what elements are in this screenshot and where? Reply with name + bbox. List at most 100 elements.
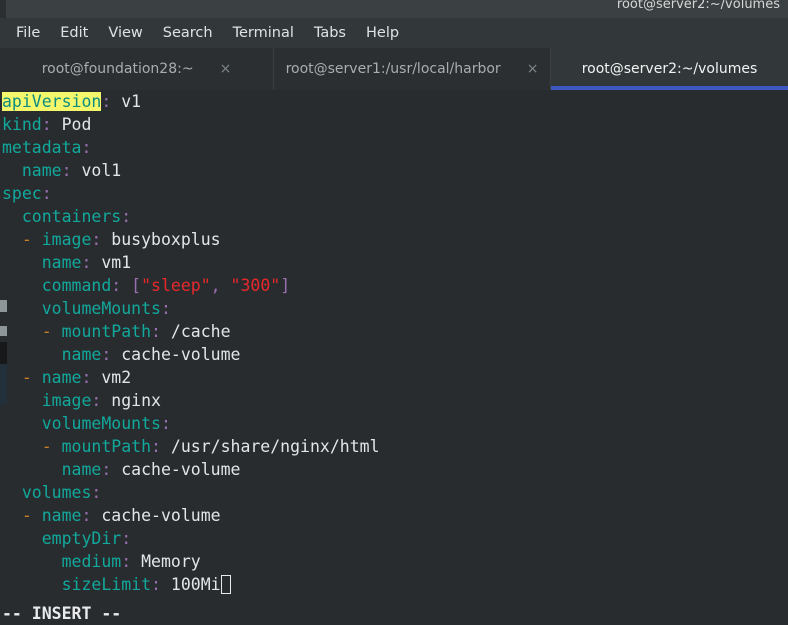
yaml-key: kind <box>2 115 42 134</box>
yaml-colon: : <box>61 161 72 180</box>
yaml-key: emptyDir <box>41 529 122 548</box>
tab-label: root@server1:/usr/local/harbor <box>285 61 501 77</box>
text-cursor <box>220 575 231 594</box>
editor-line: volumeMounts: <box>2 297 380 320</box>
yaml-colon: : <box>91 391 102 410</box>
vim-status-line: -- INSERT -- <box>2 604 122 623</box>
yaml-key: name <box>61 345 102 364</box>
editor-line: - mountPath: /usr/share/nginx/html <box>2 435 380 458</box>
yaml-key: metadata <box>2 138 82 157</box>
yaml-list-dash: - <box>21 230 42 249</box>
yaml-colon: : <box>111 276 122 295</box>
yaml-value: nginx <box>101 391 161 410</box>
yaml-key: spec <box>2 184 42 203</box>
yaml-value: v1 <box>111 92 142 111</box>
yaml-key: image <box>41 391 92 410</box>
editor-line: - name: cache-volume <box>2 504 380 527</box>
editor-line: spec: <box>2 182 380 205</box>
tab-server2-volumes[interactable]: root@server2:~/volumes <box>551 48 788 90</box>
yaml-list-dash: - <box>41 322 62 341</box>
editor-text-area[interactable]: apiVersion: v1 kind: Pod metadata: name: v… <box>0 90 380 596</box>
tab-foundation28[interactable]: root@foundation28:~ × <box>0 48 273 90</box>
yaml-value: vm1 <box>91 253 132 272</box>
editor-line: volumeMounts: <box>2 412 380 435</box>
terminal-window: root@server2:~/volumes File Edit View Se… <box>0 0 788 625</box>
yaml-colon: : <box>41 184 52 203</box>
yaml-value: /cache <box>160 322 231 341</box>
yaml-comma: , <box>210 276 231 295</box>
editor-line: containers: <box>2 205 380 228</box>
editor-line: - mountPath: /cache <box>2 320 380 343</box>
editor-line: sizeLimit: 100Mi <box>2 573 380 596</box>
menu-item-help[interactable]: Help <box>356 23 409 43</box>
yaml-key: volumes <box>21 483 92 502</box>
yaml-value: /usr/share/nginx/html <box>160 437 380 456</box>
yaml-value: vm2 <box>91 368 132 387</box>
yaml-key: name <box>41 368 82 387</box>
yaml-key-highlighted: apiVersion <box>2 92 102 111</box>
terminal-body[interactable]: apiVersion: v1 kind: Pod metadata: name: v… <box>0 90 788 625</box>
yaml-colon: : <box>41 115 52 134</box>
editor-line: name: vm1 <box>2 251 380 274</box>
yaml-key: mountPath <box>61 437 152 456</box>
yaml-list-dash: - <box>41 437 62 456</box>
yaml-list-dash: - <box>21 368 42 387</box>
yaml-key: volumeMounts <box>41 299 161 318</box>
tab-server1-harbor[interactable]: root@server1:/usr/local/harbor × <box>274 48 550 90</box>
window-titlebar: root@server2:~/volumes <box>0 0 788 18</box>
tab-label: root@foundation28:~ <box>41 61 194 77</box>
yaml-colon: : <box>160 414 171 433</box>
yaml-key: command <box>41 276 112 295</box>
yaml-value: cache-volume <box>111 345 241 364</box>
editor-line: medium: Memory <box>2 550 380 573</box>
yaml-key: name <box>41 253 82 272</box>
editor-line: - name: vm2 <box>2 366 380 389</box>
yaml-colon: : <box>81 138 92 157</box>
tab-bar: root@foundation28:~ × root@server1:/usr/… <box>0 48 788 90</box>
yaml-colon: : <box>151 322 161 341</box>
yaml-key: image <box>41 230 92 249</box>
editor-line: image: nginx <box>2 389 380 412</box>
yaml-value: Pod <box>51 115 92 134</box>
yaml-colon: : <box>121 207 132 226</box>
editor-line: metadata: <box>2 136 380 159</box>
editor-line: kind: Pod <box>2 113 380 136</box>
menu-item-edit[interactable]: Edit <box>50 23 98 43</box>
menu-item-view[interactable]: View <box>98 23 152 43</box>
yaml-colon: : <box>121 552 132 571</box>
editor-line: apiVersion: v1 <box>2 90 380 113</box>
menu-item-tabs[interactable]: Tabs <box>304 23 356 43</box>
yaml-key: volumeMounts <box>41 414 161 433</box>
yaml-colon: : <box>101 92 112 111</box>
yaml-colon: : <box>151 575 161 594</box>
yaml-colon: : <box>81 253 92 272</box>
tab-label: root@server2:~/volumes <box>581 61 758 77</box>
editor-line: command: ["sleep", "300"] <box>2 274 380 297</box>
yaml-key: sizeLimit <box>61 575 152 594</box>
close-icon[interactable]: × <box>527 62 539 76</box>
yaml-value: cache-volume <box>91 506 221 525</box>
yaml-key: name <box>61 460 102 479</box>
menubar: File Edit View Search Terminal Tabs Help <box>0 18 788 48</box>
yaml-colon: : <box>151 437 161 456</box>
editor-line: emptyDir: <box>2 527 380 550</box>
yaml-value: busyboxplus <box>101 230 221 249</box>
close-icon[interactable]: × <box>220 62 232 76</box>
yaml-value: cache-volume <box>111 460 241 479</box>
yaml-colon: : <box>101 460 112 479</box>
yaml-colon: : <box>81 368 92 387</box>
yaml-key: name <box>41 506 82 525</box>
yaml-string: "sleep" <box>141 276 211 295</box>
yaml-colon: : <box>91 230 102 249</box>
menu-item-search[interactable]: Search <box>153 23 223 43</box>
editor-line: volumes: <box>2 481 380 504</box>
editor-line: name: cache-volume <box>2 343 380 366</box>
yaml-value: 100Mi <box>160 575 221 594</box>
yaml-colon: : <box>91 483 102 502</box>
yaml-string: "300" <box>230 276 281 295</box>
window-title: root@server2:~/volumes <box>616 0 780 12</box>
yaml-colon: : <box>121 529 132 548</box>
menu-item-file[interactable]: File <box>6 23 50 43</box>
menu-item-terminal[interactable]: Terminal <box>223 23 304 43</box>
editor-line: name: cache-volume <box>2 458 380 481</box>
